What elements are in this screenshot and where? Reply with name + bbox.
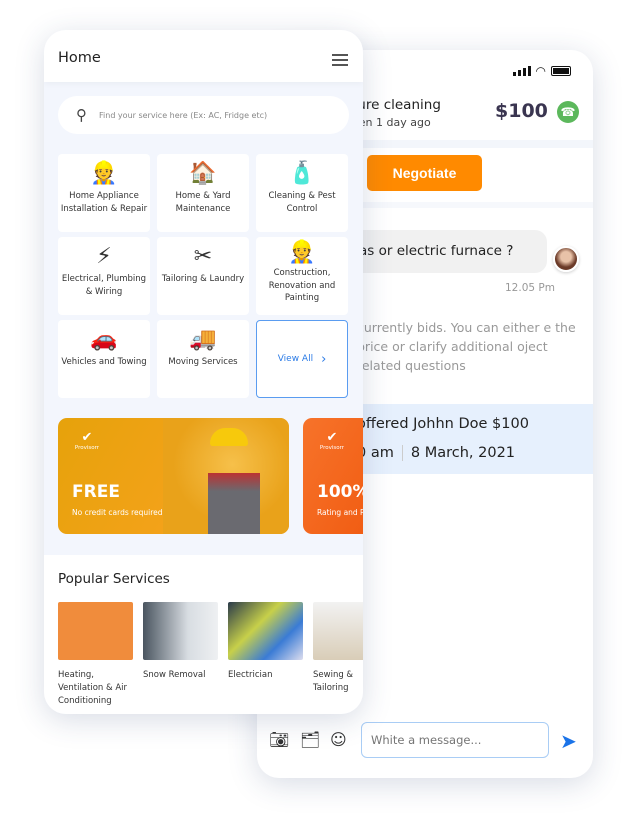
worker-body: [208, 473, 260, 534]
service-card[interactable]: Electrician: [228, 602, 303, 682]
logo-mark-icon: ✔: [81, 430, 93, 445]
category-tile[interactable]: 👷 Home Appliance Installation & Repair: [58, 154, 150, 232]
wifi-icon: ◠: [535, 64, 546, 78]
chevron-right-icon: ›: [321, 351, 327, 367]
snow-removal-image: [143, 602, 218, 660]
page-title: Home: [58, 50, 101, 66]
hard-hat: [210, 428, 248, 446]
logo-mark-icon: ✔: [326, 430, 338, 445]
offer-text: offered Johhn Doe $100: [357, 416, 529, 432]
brand-logo: ✔ Provisorr: [70, 430, 104, 451]
banner-headline: 100%: [317, 482, 363, 502]
service-card[interactable]: Sewing & Tailoring: [313, 602, 363, 695]
phone-call-button[interactable]: ☎: [557, 101, 579, 123]
avatar: [553, 246, 579, 272]
view-all-label: View All: [277, 353, 314, 364]
banner-headline: FREE: [72, 482, 120, 502]
category-tile[interactable]: 🚗 Vehicles and Towing: [58, 320, 150, 398]
category-label: Home Appliance Installation & Repair: [60, 191, 148, 214]
category-label: Tailoring & Laundry: [161, 274, 245, 284]
category-tile[interactable]: ✂ Tailoring & Laundry: [157, 237, 249, 315]
folder-icon[interactable]: 🗂︎: [300, 730, 320, 749]
hvac-image: [58, 602, 133, 660]
category-tile[interactable]: 🧴 Cleaning & Pest Control: [256, 154, 348, 232]
category-tile[interactable]: 🏠 Home & Yard Maintenance: [157, 154, 249, 232]
sewing-image: [313, 602, 363, 660]
sprayer-icon: 🧴: [288, 161, 316, 186]
category-tile[interactable]: 👷 Construction, Renovation and Painting: [256, 237, 348, 315]
bid-price: $100: [495, 100, 548, 122]
banner-subtitle: Rating and R: [317, 508, 363, 517]
service-card[interactable]: Snow Removal: [143, 602, 218, 682]
house-icon: 🏠: [189, 161, 217, 186]
battery-icon: [551, 66, 571, 76]
job-title: ture cleaning: [352, 97, 441, 113]
car-wash-icon: 🚗: [90, 327, 118, 352]
service-label: Sewing & Tailoring: [313, 670, 354, 693]
search-placeholder: Find your service here (Ex: AC, Fridge e…: [99, 110, 268, 120]
service-label: Electrician: [228, 670, 273, 680]
service-card[interactable]: Heating, Ventilation & Air Conditioning: [58, 602, 133, 708]
system-message: currently bids. You can either e the pri…: [357, 320, 576, 373]
message-time: 12.05 Pm: [505, 282, 555, 294]
search-input[interactable]: ⚲ Find your service here (Ex: AC, Fridge …: [58, 96, 349, 134]
category-label: Vehicles and Towing: [61, 357, 147, 367]
category-label: Electrical, Plumbing & Wiring: [61, 274, 147, 297]
moving-truck-icon: 🚚: [189, 327, 217, 352]
category-tile[interactable]: 🚚 Moving Services: [157, 320, 249, 398]
promo-banner[interactable]: ✔ Provisorr FREE No credit cards required: [58, 418, 289, 534]
category-label: Cleaning & Pest Control: [268, 191, 336, 214]
category-label: Construction, Renovation and Painting: [268, 268, 336, 303]
category-tile[interactable]: ⚡ Electrical, Plumbing & Wiring: [58, 237, 150, 315]
section-title: Popular Services: [58, 571, 170, 587]
offer-date: 8 March, 2021: [410, 445, 516, 461]
banner-subtitle: No credit cards required: [72, 508, 163, 517]
hamburger-menu-icon[interactable]: [332, 54, 348, 69]
send-icon[interactable]: ➤: [560, 729, 577, 753]
message-input[interactable]: [361, 722, 549, 758]
brand-name: Provisorr: [74, 445, 100, 451]
electrician-image: [228, 602, 303, 660]
repairman-icon: 👷: [90, 161, 118, 186]
category-label: Home & Yard Maintenance: [175, 191, 231, 214]
emoji-icon[interactable]: ☺: [330, 730, 347, 749]
signal-icon: [512, 66, 531, 76]
brand-logo: ✔ Provisorr: [315, 430, 349, 451]
tailor-icon: ✂: [193, 244, 213, 269]
promo-banner[interactable]: ✔Provisorr 100% Rating and R: [303, 418, 363, 534]
builder-icon: 👷: [288, 240, 316, 265]
negotiate-button[interactable]: Negotiate: [367, 155, 482, 191]
category-label: Moving Services: [168, 357, 238, 367]
home-screen: Home ⚲ Find your service here (Ex: AC, Fr…: [44, 30, 363, 714]
service-label: Heating, Ventilation & Air Conditioning: [58, 670, 128, 706]
service-label: Snow Removal: [143, 670, 206, 680]
status-bar: ◠: [512, 64, 571, 78]
camera-icon[interactable]: 📷︎: [269, 730, 289, 749]
brand-name: Provisorr: [319, 445, 345, 451]
view-all-button[interactable]: View All ›: [256, 320, 348, 398]
electrician-icon: ⚡: [96, 244, 112, 269]
last-seen: een 1 day ago: [352, 116, 431, 129]
offer-datetime: 0 am 8 March, 2021: [357, 445, 515, 461]
search-icon: ⚲: [76, 106, 87, 124]
